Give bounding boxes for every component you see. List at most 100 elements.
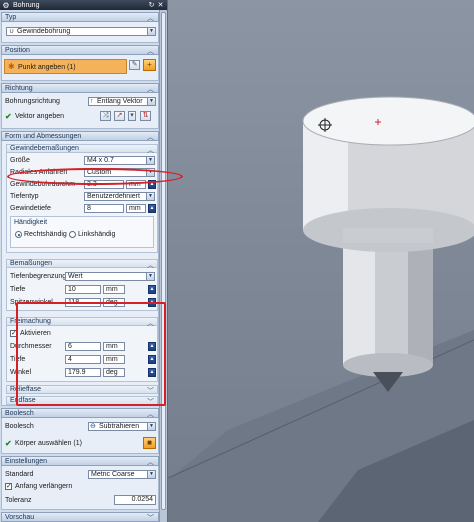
groesse-dropdown[interactable]: M4 x 0.7 ▼ xyxy=(84,156,155,165)
section-position-header[interactable]: Position ︿ xyxy=(1,45,159,55)
dialog-titlebar: ⚙ Bohrung ↻ ✕ xyxy=(0,0,167,10)
vector-icon[interactable]: ↗ xyxy=(114,111,125,121)
section-boolesch-body: Boolesch ⊖ Subtrahieren ▼ ✔ Körper auswä… xyxy=(1,418,159,454)
standard-dropdown[interactable]: Metric Coarse ▼ xyxy=(88,470,156,479)
frei-tiefe-input[interactable]: 4 xyxy=(65,355,101,364)
spinner-icon[interactable]: ▲ xyxy=(148,298,156,307)
section-boolesch-header[interactable]: Boolesch ︿ xyxy=(1,408,159,418)
reverse-direction-icon[interactable]: ⤨ xyxy=(100,111,111,121)
hole-dialog: ⚙ Bohrung ↻ ✕ Typ ︿ ∪ Gewindebohrung ▼ P… xyxy=(0,0,168,522)
subsection-freimachung-header[interactable]: Freimachung ︿ xyxy=(6,317,158,327)
haendigkeit-group: Händigkeit Rechtshändig Linkshändig xyxy=(10,216,154,248)
section-form-body: Gewindebemaßungen ︿ Größe M4 x 0.7 ▼ Rad… xyxy=(1,141,159,406)
subsection-gewinde-header[interactable]: Gewindebemaßungen ︿ xyxy=(6,144,158,154)
freimachung-title: Freimachung xyxy=(10,318,51,325)
neck xyxy=(343,228,433,243)
section-position-body: ✱ Punkt angeben (1) ✎ + xyxy=(1,55,159,81)
tiefenbegrenzung-dropdown[interactable]: Wert ▼ xyxy=(65,272,155,281)
section-form-header[interactable]: Form und Abmessungen ︿ xyxy=(1,131,159,141)
spitzenwinkel-input[interactable]: 118 xyxy=(65,298,101,307)
anfang-checkbox[interactable]: ✓ xyxy=(5,483,12,490)
chevron-down-icon: ▼ xyxy=(146,157,154,164)
dialog-scrollbar[interactable] xyxy=(159,10,167,522)
endfase-title: Endfase xyxy=(10,397,36,404)
section-vorschau-header[interactable]: Vorschau ﹀ xyxy=(1,512,159,522)
tiefentyp-dropdown[interactable]: Benutzerdefiniert ▼ xyxy=(84,192,155,201)
sketch-icon[interactable]: ✎ xyxy=(129,60,140,70)
point-dialog-icon[interactable]: + xyxy=(143,59,156,71)
section-typ-body: ∪ Gewindebohrung ▼ xyxy=(1,22,159,43)
frei-durchmesser-unit[interactable]: mm xyxy=(103,342,125,351)
typ-dropdown[interactable]: ∪ Gewindebohrung ▼ xyxy=(6,27,156,36)
spinner-icon[interactable]: ▲ xyxy=(148,285,156,294)
tiefe-label: Tiefe xyxy=(10,286,26,293)
gewindebohr-unit[interactable]: mm xyxy=(126,180,146,189)
frei-durchmesser-label: Durchmesser xyxy=(10,343,52,350)
chevron-down-icon: ﹀ xyxy=(147,388,154,395)
close-icon[interactable]: ✕ xyxy=(156,1,165,9)
frei-winkel-unit[interactable]: deg xyxy=(103,368,125,377)
frei-tiefe-unit[interactable]: mm xyxy=(103,355,125,364)
aktivieren-checkbox[interactable]: ✓ xyxy=(10,330,17,337)
tiefe-input[interactable]: 10 xyxy=(65,285,101,294)
spitzenwinkel-unit[interactable]: deg xyxy=(103,298,125,307)
subsection-endfase-header[interactable]: Endfase ﹀ xyxy=(6,396,158,406)
radiales-label: Radiales Anfahren xyxy=(10,169,68,176)
spinner-icon[interactable]: ▲ xyxy=(148,204,156,213)
scrollbar-thumb[interactable] xyxy=(161,12,166,510)
spinner-icon[interactable]: ▲ xyxy=(148,368,156,377)
section-richtung-title: Richtung xyxy=(5,84,33,92)
boolesch-label: Boolesch xyxy=(5,423,34,430)
boolesch-dropdown[interactable]: ⊖ Subtrahieren ▼ xyxy=(88,422,156,431)
punkt-selection-row[interactable]: ✱ Punkt angeben (1) xyxy=(4,59,127,74)
section-einstellungen-header[interactable]: Einstellungen ︿ xyxy=(1,456,159,466)
subsection-bemassungen-body: Tiefenbegrenzung Wert ▼ Tiefe 10 mm ▲ Sp… xyxy=(6,268,158,311)
radio-rechts[interactable] xyxy=(15,231,22,238)
section-vorschau-title: Vorschau xyxy=(5,513,35,521)
gewindetiefe-unit[interactable]: mm xyxy=(126,204,146,213)
subsection-gewinde-body: Größe M4 x 0.7 ▼ Radiales Anfahren Custo… xyxy=(6,153,158,253)
groesse-label: Größe xyxy=(10,157,30,164)
subsection-relieffase-header[interactable]: Relieffase ﹀ xyxy=(6,385,158,395)
tiefe-unit[interactable]: mm xyxy=(103,285,125,294)
subsection-freimachung-body: ✓ Aktivieren Durchmesser 6 mm ▲ Tiefe 4 … xyxy=(6,326,158,382)
radiales-dropdown[interactable]: Custom ▼ xyxy=(84,168,155,177)
section-richtung-header[interactable]: Richtung ︿ xyxy=(1,83,159,93)
frei-winkel-label: Winkel xyxy=(10,369,32,376)
gewindebohr-input[interactable]: 3.3 xyxy=(84,180,124,189)
spinner-icon[interactable]: ▲ xyxy=(148,355,156,364)
checkmark-icon: ✔ xyxy=(5,439,12,448)
vektor-label: Vektor angeben xyxy=(15,113,65,120)
section-typ-title: Typ xyxy=(5,13,17,21)
gear-icon[interactable]: ⚙ xyxy=(2,1,10,10)
rechts-label: Rechtshändig xyxy=(24,231,67,238)
haendigkeit-label: Händigkeit xyxy=(14,219,48,226)
gewindetiefe-input[interactable]: 8 xyxy=(84,204,124,213)
toleranz-label: Toleranz xyxy=(5,497,32,504)
frei-durchmesser-input[interactable]: 6 xyxy=(65,342,101,351)
dialog-title: Bohrung xyxy=(13,1,40,9)
section-typ-header[interactable]: Typ ︿ xyxy=(1,12,159,22)
body-select-icon[interactable]: ■ xyxy=(143,437,156,449)
subsection-bemassungen-header[interactable]: Bemaßungen ︿ xyxy=(6,259,158,269)
spinner-icon[interactable]: ▲ xyxy=(148,342,156,351)
radio-links[interactable] xyxy=(69,231,76,238)
frei-winkel-input[interactable]: 179.9 xyxy=(65,368,101,377)
relieffase-title: Relieffase xyxy=(10,386,42,393)
koerper-label: Körper auswählen (1) xyxy=(15,440,82,447)
tiefenbegrenzung-value: Wert xyxy=(68,273,83,280)
chevron-down-icon: ▼ xyxy=(147,423,155,430)
chevron-down-icon: ▼ xyxy=(147,28,155,35)
graphics-viewport[interactable] xyxy=(168,0,474,522)
frei-tiefe-label: Tiefe xyxy=(10,356,26,363)
toleranz-input[interactable]: 0.0254 xyxy=(114,495,156,505)
tiefentyp-label: Tiefentyp xyxy=(10,193,39,200)
links-label: Linkshändig xyxy=(78,231,116,238)
reset-icon[interactable]: ↻ xyxy=(147,1,156,9)
vector-dropdown-icon[interactable]: ▾ xyxy=(128,111,136,121)
bohrungsrichtung-label: Bohrungsrichtung xyxy=(5,98,60,105)
flip-icon[interactable]: ⇅ xyxy=(140,111,151,121)
spinner-icon[interactable]: ▲ xyxy=(148,180,156,189)
spitzenwinkel-label: Spitzenwinkel xyxy=(10,299,53,306)
bohrungsrichtung-dropdown[interactable]: ↑ Entlang Vektor ▼ xyxy=(88,97,156,106)
